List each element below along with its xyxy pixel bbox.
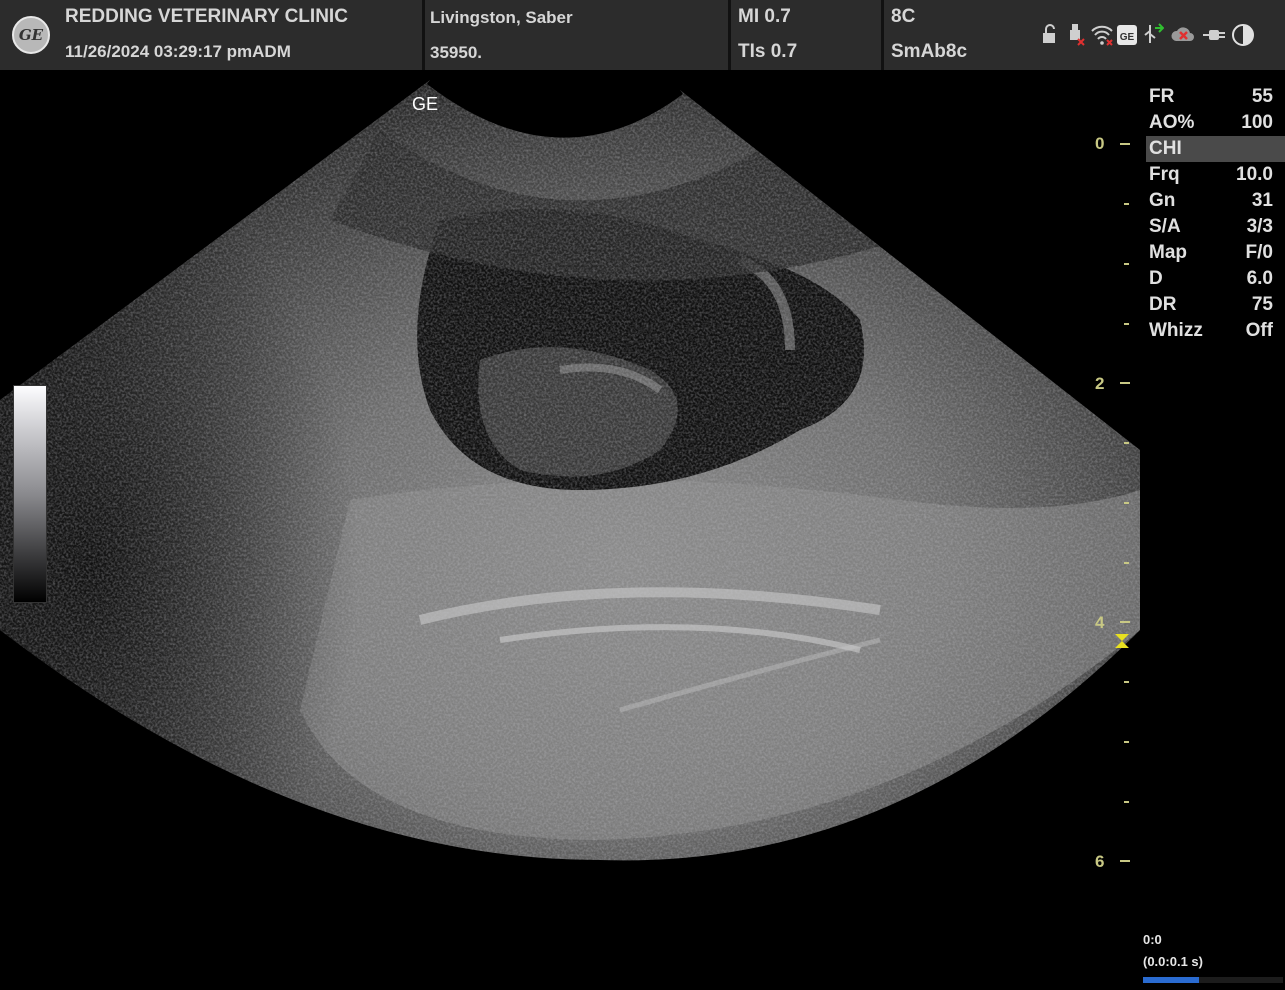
param-ao: AO% 100	[1149, 112, 1273, 133]
ge-logo: GE	[12, 16, 50, 54]
clinic-name: REDDING VETERINARY CLINIC	[65, 6, 348, 27]
param-sa: S/A 3/3	[1149, 216, 1273, 237]
minor-tick	[1124, 681, 1129, 683]
param-whizz: Whizz Off	[1149, 320, 1273, 341]
cine-progress-fill	[1143, 977, 1199, 983]
depth-label-6: 6	[1095, 852, 1105, 871]
parameter-panel: FR 55 AO% 100 CHI Frq 10.0 Gn 31 S/A 3/3 Map F…	[1146, 84, 1285, 344]
patient-name: Livingston, Saber	[430, 8, 573, 27]
cine-range: (0.0:0.1 s)	[1143, 954, 1203, 969]
focus-zone-icon[interactable]	[1114, 633, 1130, 649]
datetime-value: 11/26/2024 03:29:17 pm	[65, 42, 253, 61]
depth-label-4: 4	[1095, 613, 1105, 632]
lock-icon	[1043, 24, 1055, 43]
param-chi[interactable]: CHI	[1146, 136, 1285, 162]
grayscale-map-bar	[13, 385, 47, 603]
ge-logo-text: GE	[18, 26, 44, 44]
depth-label-2: 2	[1095, 374, 1105, 393]
depth-label-0: 0	[1095, 134, 1105, 153]
major-tick	[1120, 143, 1130, 145]
param-d: D 6.0	[1149, 268, 1273, 289]
minor-tick	[1124, 502, 1129, 504]
probe-name: 8C	[891, 6, 916, 27]
cine-progress-bar[interactable]	[1143, 977, 1283, 983]
usb-icon	[1070, 24, 1085, 46]
minor-tick	[1124, 741, 1129, 743]
param-frq: Frq 10.0	[1149, 164, 1273, 185]
minor-tick	[1124, 263, 1129, 265]
major-tick	[1120, 382, 1130, 384]
preset-name: SmAb8c	[891, 41, 968, 62]
orientation-label: GE	[412, 94, 439, 114]
param-dr: DR 75	[1149, 294, 1273, 315]
contrast-icon[interactable]	[1230, 22, 1256, 48]
operator-value: ADM	[252, 42, 291, 61]
minor-tick	[1124, 442, 1129, 444]
svg-text:GE: GE	[1120, 32, 1135, 43]
header-bar: GE REDDING VETERINARY CLINIC 11/26/2024 …	[0, 0, 1285, 70]
patient-cell[interactable]: Livingston, Saber 35950.	[425, 0, 728, 70]
minor-tick	[1124, 203, 1129, 205]
network-icon	[1144, 23, 1164, 43]
minor-tick	[1124, 801, 1129, 803]
param-map: Map F/0	[1149, 242, 1273, 263]
power-plug-icon	[1203, 30, 1225, 40]
major-tick	[1120, 860, 1130, 862]
minor-tick	[1124, 562, 1129, 564]
exam-datetime: 11/26/2024 03:29:17 pmADM	[65, 42, 291, 62]
major-tick	[1120, 621, 1130, 623]
ge-service-icon: GE	[1117, 25, 1137, 45]
ultrasound-image[interactable]	[0, 70, 1140, 970]
cloud-offline-icon	[1171, 27, 1194, 41]
cine-frame: 0:0	[1143, 932, 1162, 947]
patient-id: 35950.	[430, 43, 482, 62]
scan-sector	[0, 80, 1140, 861]
output-index-cell: MI 0.7 TIs 0.7	[731, 0, 881, 70]
tis-value: TIs 0.7	[738, 41, 798, 62]
mi-value: MI 0.7	[738, 6, 791, 27]
wifi-icon	[1091, 25, 1113, 46]
clinic-cell: GE REDDING VETERINARY CLINIC 11/26/2024 …	[0, 0, 422, 70]
status-icons: GE	[1040, 22, 1260, 48]
minor-tick	[1124, 323, 1129, 325]
param-gn: Gn 31	[1149, 190, 1273, 211]
param-fr: FR 55	[1149, 86, 1273, 107]
